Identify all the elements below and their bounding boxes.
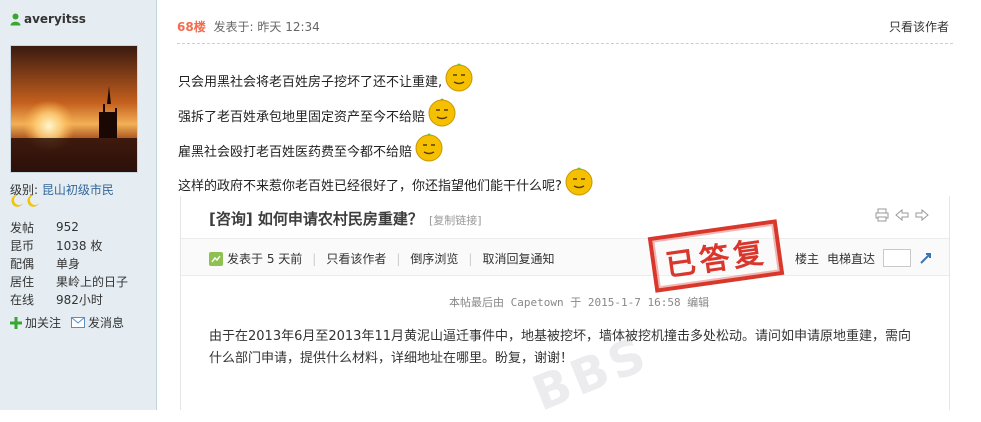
quoted-reverse: 倒序浏览 bbox=[410, 252, 459, 266]
moon-icon bbox=[27, 194, 39, 207]
post-line: 这样的政府不来惹你老百姓已经很好了，你还指望他们能干什么呢? bbox=[178, 164, 594, 196]
separator: | bbox=[312, 251, 317, 266]
user-stats: 发帖 952 昆币 1038 枚 配偶 单身 居住 果岭上的日子 在线 982小时 bbox=[10, 218, 128, 308]
stat-value: 单身 bbox=[56, 256, 81, 271]
message-button[interactable]: 发消息 bbox=[71, 314, 124, 331]
author-icon bbox=[209, 251, 223, 266]
quoted-bar-right: 楼主 电梯直达 bbox=[795, 249, 933, 267]
post-time: 发表于: 昨天 12:34 bbox=[213, 20, 320, 34]
post-line: 雇黑社会殴打老百姓医药费至今都不给赔 bbox=[178, 130, 444, 162]
stat-row: 在线 982小时 bbox=[10, 290, 128, 308]
copy-link: [复制链接] bbox=[428, 214, 482, 227]
quoted-elevator: 电梯直达 bbox=[826, 251, 875, 266]
post-line-text: 只会用黑社会将老百姓房子挖坏了还不让重建, bbox=[178, 75, 443, 90]
avatar-image[interactable] bbox=[11, 46, 137, 172]
smiley-icon bbox=[565, 167, 593, 196]
stat-row: 居住 果岭上的日子 bbox=[10, 272, 128, 290]
quoted-edit-note: 本帖最后由 Capetown 于 2015-1-7 16:58 编辑 bbox=[449, 296, 710, 309]
message-label[interactable]: 发消息 bbox=[88, 314, 124, 331]
divider bbox=[177, 43, 953, 44]
floor-number[interactable]: 68楼 bbox=[177, 20, 206, 34]
post-line-text: 强拆了老百姓承包地里固定资产至今不给赔 bbox=[178, 110, 426, 125]
stat-value: 1038 枚 bbox=[56, 238, 103, 253]
post-line-text: 雇黑社会殴打老百姓医药费至今都不给赔 bbox=[178, 145, 413, 160]
stat-row: 配偶 单身 bbox=[10, 254, 128, 272]
only-author-link[interactable]: 只看该作者 bbox=[889, 18, 949, 35]
quoted-body: 由于在2013年6月至2013年11月黄泥山逼迁事件中，地基被挖坏，墙体被挖机撞… bbox=[209, 329, 911, 366]
online-user-icon bbox=[10, 13, 21, 25]
stat-value[interactable]: 952 bbox=[56, 218, 128, 236]
post-meta: 68楼 发表于: 昨天 12:34 bbox=[177, 18, 320, 35]
go-arrow-icon bbox=[920, 253, 931, 264]
separator: | bbox=[468, 251, 473, 266]
smiley-icon bbox=[415, 133, 443, 162]
stat-key: 发帖 bbox=[10, 220, 35, 235]
quoted-cancel-notify: 取消回复通知 bbox=[482, 252, 555, 266]
quoted-posted: 发表于 5 天前 bbox=[227, 252, 303, 266]
stat-row: 昆币 1038 枚 bbox=[10, 236, 128, 254]
plus-icon bbox=[10, 316, 22, 329]
user-sidebar: averyitss 级别: 昆山初级市民 发帖 952 昆币 1038 枚 配偶… bbox=[0, 0, 157, 410]
stat-key: 昆币 bbox=[10, 238, 35, 253]
user-actions: 加关注 发消息 bbox=[10, 314, 124, 331]
print-icon bbox=[875, 208, 889, 222]
stat-key: 在线 bbox=[10, 292, 35, 307]
stat-key: 配偶 bbox=[10, 256, 35, 271]
floor-input bbox=[883, 249, 911, 267]
post-line-text: 这样的政府不来惹你老百姓已经很好了，你还指望他们能干什么呢? bbox=[178, 179, 562, 194]
post-line: 只会用黑社会将老百姓房子挖坏了还不让重建, bbox=[178, 60, 474, 92]
stat-value: 果岭上的日子 bbox=[56, 274, 129, 289]
quoted-post-meta: 发表于 5 天前 | 只看该作者 | 倒序浏览 | 取消回复通知 bbox=[209, 250, 554, 267]
follow-button[interactable]: 加关注 bbox=[10, 314, 61, 331]
username-row[interactable]: averyitss bbox=[10, 12, 86, 26]
next-icon bbox=[915, 208, 929, 222]
moon-icon bbox=[11, 194, 23, 207]
level-stars bbox=[10, 194, 40, 208]
stat-value: 982小时 bbox=[56, 292, 103, 307]
level-link[interactable]: 昆山初级市民 bbox=[42, 183, 114, 197]
quoted-title-text: [咨询] 如何申请农村民房重建？ bbox=[209, 210, 423, 228]
avatar[interactable] bbox=[10, 45, 138, 173]
embedded-screenshot: BBS [咨询] 如何申请农村民房重建？ [复制链接] 发表于 5 天前 | 只看… bbox=[180, 196, 950, 422]
quoted-post-bar: 发表于 5 天前 | 只看该作者 | 倒序浏览 | 取消回复通知 楼主 电梯直达 bbox=[181, 238, 949, 276]
answered-stamp: 已答复 bbox=[647, 219, 785, 293]
prev-icon bbox=[895, 208, 909, 222]
smiley-icon bbox=[428, 98, 456, 127]
post-line: 强拆了老百姓承包地里固定资产至今不给赔 bbox=[178, 95, 457, 127]
stat-row: 发帖 952 bbox=[10, 218, 128, 236]
smiley-icon bbox=[445, 63, 473, 92]
quoted-tools bbox=[875, 208, 929, 222]
quoted-thread-title: [咨询] 如何申请农村民房重建？ [复制链接] bbox=[209, 208, 482, 229]
stat-key: 居住 bbox=[10, 274, 35, 289]
envelope-icon bbox=[71, 317, 86, 328]
follow-label[interactable]: 加关注 bbox=[25, 314, 61, 331]
quoted-owner: 楼主 bbox=[794, 251, 819, 266]
username[interactable]: averyitss bbox=[24, 12, 86, 26]
quoted-only-author: 只看该作者 bbox=[326, 252, 387, 266]
separator: | bbox=[396, 251, 401, 266]
